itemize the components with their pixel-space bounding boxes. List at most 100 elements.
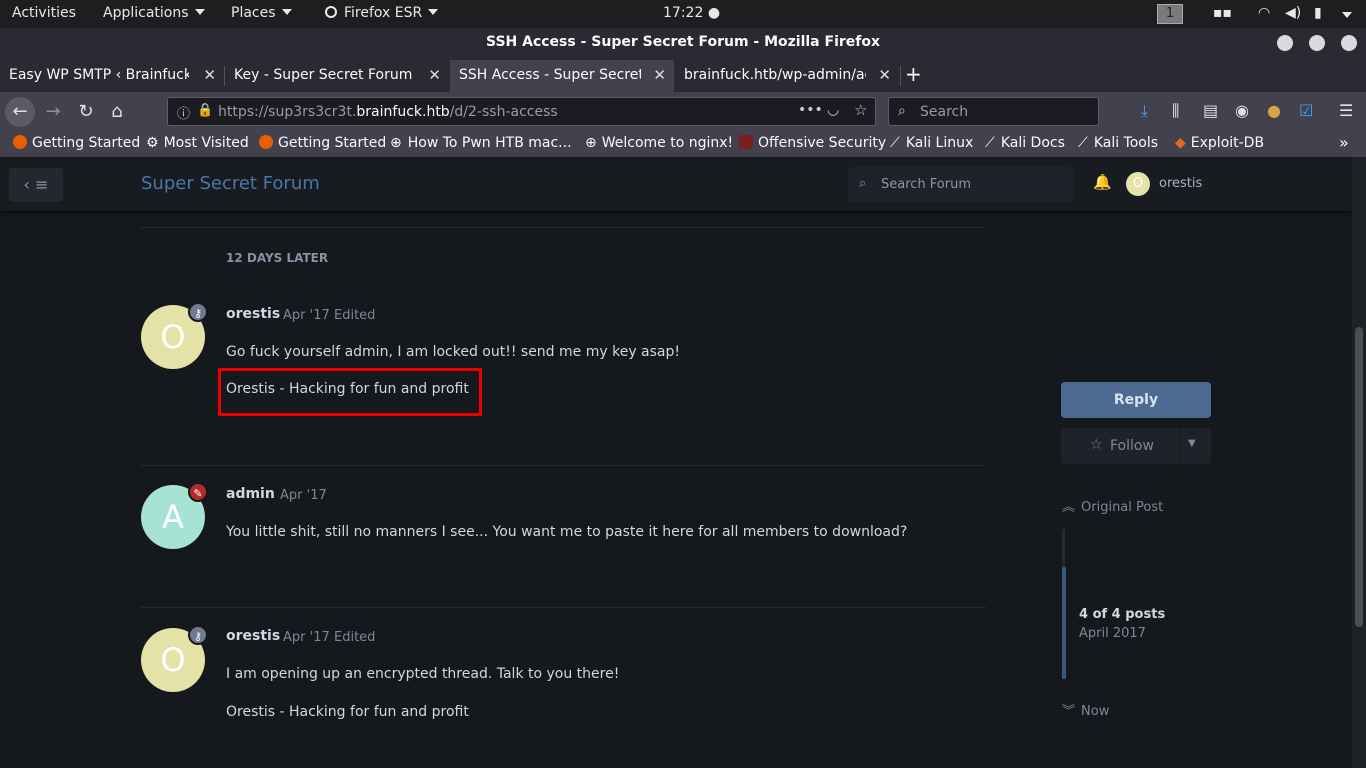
user-avatar[interactable]: O <box>1126 172 1150 196</box>
bookmark-label: Offensive Security <box>758 135 887 151</box>
battery-icon[interactable]: ▮ <box>1314 5 1322 21</box>
maximize-button[interactable] <box>1309 35 1325 51</box>
bookmark-label: Most Visited <box>163 135 249 151</box>
post-username[interactable]: admin <box>226 486 275 502</box>
scrollbar-thumb[interactable] <box>1355 327 1363 627</box>
volume-icon[interactable]: ◀) <box>1285 5 1301 21</box>
post-date[interactable]: Apr '17 <box>280 488 327 503</box>
highlight-box <box>218 368 482 416</box>
search-icon: ⌕ <box>859 176 867 191</box>
new-tab-button[interactable]: + <box>905 62 922 86</box>
now-link[interactable]: ︾ Now <box>1062 700 1109 719</box>
firefox-icon <box>325 6 337 18</box>
sidebar-icon[interactable]: ▤ <box>1203 101 1218 120</box>
original-post-label: Original Post <box>1081 500 1164 515</box>
tab-wp-admin[interactable]: brainfuck.htb/wp-admin/adm ✕ <box>675 60 899 92</box>
tab-label: Key - Super Secret Forum <box>234 67 413 83</box>
bookmark-most-visited[interactable]: ⚙ Most Visited <box>146 135 249 151</box>
downloads-icon[interactable]: ⤓ <box>1141 101 1148 121</box>
bookmark-exploit-db[interactable]: ◆ Exploit-DB <box>1175 135 1264 151</box>
reply-button[interactable]: Reply <box>1061 382 1211 418</box>
tab-easy-wp-smtp[interactable]: Easy WP SMTP ‹ Brainfuck L ✕ <box>0 60 224 92</box>
post-username[interactable]: orestis <box>226 306 280 322</box>
tab-ssh-access[interactable]: SSH Access - Super Secret F ✕ <box>450 60 674 92</box>
now-label: Now <box>1081 704 1110 719</box>
close-window-button[interactable] <box>1341 35 1357 51</box>
bookmarks-toolbar: Getting Started ⚙ Most Visited Getting St… <box>0 132 1366 157</box>
close-tab-icon[interactable]: ✕ <box>428 66 441 84</box>
scrubber-post-count: 4 of 4 posts <box>1079 607 1166 622</box>
info-icon[interactable]: ⓘ <box>177 103 190 122</box>
follow-dropdown-icon[interactable]: ▼ <box>1188 438 1196 449</box>
bookmark-label: How To Pwn HTB mac... <box>407 135 572 151</box>
app-menu[interactable]: Firefox ESR <box>325 5 439 21</box>
back-menu-button[interactable]: ‹ ≡ <box>9 168 63 202</box>
bookmark-getting-started-2[interactable]: Getting Started <box>259 135 386 151</box>
clock[interactable]: 17:22 ● <box>663 5 720 21</box>
search-box[interactable]: ⌕ Search <box>888 97 1099 126</box>
chevron-left-icon: ‹ <box>23 175 30 194</box>
post-divider <box>141 227 986 228</box>
bookmark-label: Kali Tools <box>1093 135 1159 151</box>
username[interactable]: orestis <box>1159 176 1202 191</box>
tab-key-forum[interactable]: Key - Super Secret Forum ✕ <box>225 60 449 92</box>
activities-button[interactable]: Activities <box>12 5 76 21</box>
bookmark-star-icon[interactable]: ☆ <box>854 101 867 119</box>
reload-button[interactable]: ↻ <box>71 97 101 127</box>
chevron-down-icon <box>428 9 439 15</box>
close-tab-icon[interactable]: ✕ <box>878 66 891 84</box>
close-tab-icon[interactable]: ✕ <box>653 66 666 84</box>
system-menu-chevron-icon[interactable] <box>1342 12 1352 18</box>
search-icon: ⌕ <box>898 103 906 119</box>
url-bar[interactable]: ⓘ 🔒 https://sup3rs3cr3t.brainfuck.htb/d/… <box>167 97 876 126</box>
library-icon[interactable]: ⫼ <box>1172 101 1179 121</box>
video-icon[interactable]: ▪▪ <box>1213 5 1232 21</box>
back-button[interactable]: ← <box>5 97 35 127</box>
bookmark-getting-started[interactable]: Getting Started <box>13 135 140 151</box>
lock-icon[interactable]: 🔒 <box>197 103 213 118</box>
hamburger-menu-icon[interactable]: ☰ <box>1339 101 1353 120</box>
bookmark-label: Getting Started <box>278 135 387 151</box>
chevron-down-icon <box>281 9 292 15</box>
places-menu[interactable]: Places <box>231 5 292 21</box>
kali-dragon-icon: ⟋ <box>890 135 900 151</box>
post-edited[interactable]: Edited <box>334 308 375 323</box>
bookmark-label: Kali Docs <box>1000 135 1065 151</box>
page-scrollbar[interactable] <box>1352 157 1366 768</box>
post-username[interactable]: orestis <box>226 628 280 644</box>
bookmark-offensive-security[interactable]: Offensive Security <box>739 135 886 151</box>
cookie-extension-icon[interactable]: ● <box>1267 101 1281 120</box>
tab-label: Easy WP SMTP ‹ Brainfuck L <box>9 67 189 83</box>
forward-button[interactable]: → <box>38 97 68 127</box>
extension-check-icon[interactable]: ☑ <box>1299 101 1313 120</box>
minimize-button[interactable] <box>1277 35 1293 51</box>
workspace-indicator[interactable]: 1 <box>1157 4 1183 24</box>
notifications-bell-icon[interactable]: 🔔 <box>1093 173 1112 191</box>
close-tab-icon[interactable]: ✕ <box>203 66 216 84</box>
bookmarks-overflow-icon[interactable]: » <box>1339 133 1349 152</box>
applications-menu[interactable]: Applications <box>103 5 205 21</box>
original-post-link[interactable]: ︽ Original Post <box>1062 496 1163 515</box>
post-date[interactable]: Apr '17 <box>283 308 330 323</box>
post-divider <box>141 607 986 608</box>
search-placeholder: Search <box>920 104 969 120</box>
notification-dot-icon: ● <box>707 5 721 21</box>
globe-icon: ⊕ <box>585 135 597 151</box>
home-button[interactable]: ⌂ <box>102 97 132 127</box>
bookmark-kali-tools[interactable]: ⟋ Kali Tools <box>1078 135 1158 151</box>
bookmark-nginx[interactable]: ⊕ Welcome to nginx! <box>585 135 733 151</box>
page-actions-icon[interactable]: ••• <box>798 102 823 118</box>
bookmark-kali-linux[interactable]: ⟋ Kali Linux <box>890 135 973 151</box>
post-edited[interactable]: Edited <box>334 630 375 645</box>
forum-search-input[interactable]: ⌕ Search Forum <box>848 167 1073 202</box>
post-date[interactable]: Apr '17 <box>283 630 330 645</box>
scrubber-handle[interactable] <box>1062 567 1066 679</box>
forum-title[interactable]: Super Secret Forum <box>141 173 320 194</box>
pocket-icon[interactable]: ◡ <box>827 102 839 118</box>
wifi-icon[interactable]: ◠ <box>1258 5 1270 21</box>
globe-icon: ⊕ <box>390 135 402 151</box>
follow-button[interactable]: ☆ Follow ▼ <box>1061 428 1211 464</box>
bookmark-how-to-pwn[interactable]: ⊕ How To Pwn HTB mac... <box>390 135 572 151</box>
bookmark-kali-docs[interactable]: ⟋ Kali Docs <box>985 135 1065 151</box>
account-icon[interactable]: ◉ <box>1235 101 1249 120</box>
